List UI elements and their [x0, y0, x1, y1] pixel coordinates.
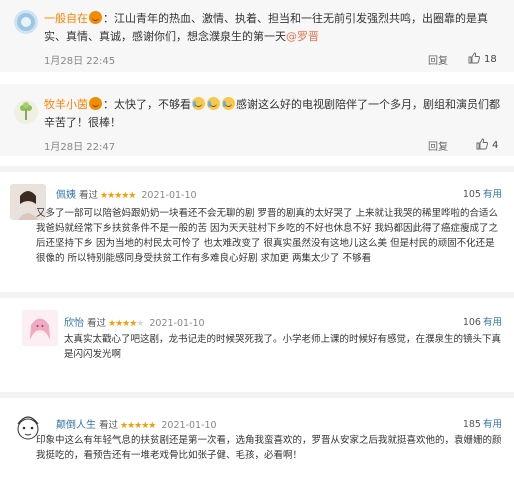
like-button[interactable]: 18 [468, 52, 497, 65]
comment-body-part2: 感谢这么好的电视剧陪伴了一个多月，剧组和演员们都辛苦了！很棒！ [44, 98, 500, 129]
weibo-comment: 牧羊小茵 ：太快了，不够看 感谢这么好的电视剧陪伴了一个多月，剧组和演员们都辛苦了！… [0, 84, 514, 156]
review-date: 2021-01-10 [161, 420, 217, 431]
comment-body: 江山青年的热血、激情、执着、担当和一往无前引发强烈共鸣，出圈靠的是真实、真情、真… [44, 12, 488, 43]
comment-time: 1月28日 22:45 [44, 56, 116, 67]
like-count: 18 [484, 54, 497, 65]
comment-username[interactable]: 牧羊小茵 [44, 98, 88, 111]
douban-review: 欣怡 看过 ★★★★★ 2021-01-10 106 有用 太真实太戳心了吧这剧，龙书记… [0, 302, 514, 384]
vote-area: 105 有用 [463, 186, 502, 200]
vote-area: 185 有用 [463, 416, 502, 430]
review-date: 2021-01-10 [141, 190, 197, 201]
comment-text: 牧羊小茵 ：太快了，不够看 感谢这么好的电视剧陪伴了一个多月，剧组和演员们都辛苦了！… [44, 97, 500, 129]
rating-stars: ★★★★★ [108, 319, 144, 329]
avatar[interactable] [22, 310, 58, 346]
review-meta: 欣怡 看过 ★★★★★ 2021-01-10 [64, 314, 205, 329]
like-count: 4 [492, 140, 499, 151]
weibo-comment: 一般自在 ：江山青年的热血、激情、执着、担当和一往无前引发强烈共鸣，出圈靠的是真实… [0, 0, 514, 72]
comment-time: 1月28日 22:47 [44, 142, 116, 153]
review-text: 印象中这么有年轻气息的扶贫剧还是第一次看，选角我蛮喜欢的，罗晋从安家之后我就挺喜… [36, 435, 502, 461]
watch-status: 看过 [79, 190, 99, 201]
divider [0, 292, 514, 298]
vote-count: 106 [462, 317, 481, 328]
review-text: 又多了一部可以陪爸妈跟奶奶一块看还不会无聊的剧 罗晋的剧真的太好哭了 上来就让我… [36, 208, 499, 264]
review-username[interactable]: 佩姨 [56, 190, 76, 201]
like-icon [476, 138, 488, 150]
review-meta: 佩姨 看过 ★★★★★ 2021-01-10 [56, 186, 197, 201]
avatar[interactable] [14, 10, 38, 34]
vote-count: 185 [462, 419, 481, 430]
watch-status: 看过 [87, 318, 107, 329]
divider [0, 166, 514, 172]
reply-button[interactable]: 回复 [428, 138, 448, 153]
useful-button[interactable]: 有用 [483, 419, 502, 430]
comment-text: 一般自在 ：江山青年的热血、激情、执着、担当和一往无前引发强烈共鸣，出圈靠的是真实… [44, 11, 488, 43]
review-username[interactable]: 颠倒人生 [56, 420, 96, 431]
rating-stars: ★★★★★ [120, 421, 156, 431]
review-username[interactable]: 欣怡 [64, 318, 84, 329]
watch-status: 看过 [99, 420, 119, 431]
vote-count: 105 [462, 189, 481, 200]
devil-emoji [89, 11, 102, 24]
devil-emoji [89, 97, 102, 110]
cry-emoji [222, 97, 235, 110]
avatar[interactable] [14, 100, 38, 124]
douban-review: 佩姨 看过 ★★★★★ 2021-01-10 105 有用 又多了一部可以陪爸妈跟奶奶一… [0, 176, 514, 286]
mention-link[interactable]: @罗晋 [286, 30, 319, 43]
review-text: 太真实太戳心了吧这剧，龙书记走的时候哭死我了。小学老师上课的时候好有感觉，在濮泉… [64, 334, 502, 360]
vote-area: 106 有用 [463, 314, 502, 328]
review-date: 2021-01-10 [149, 318, 205, 329]
rating-stars: ★★★★★ [100, 191, 136, 201]
like-icon [468, 52, 480, 64]
comment-body-part1: 太快了，不够看 [114, 98, 191, 111]
comment-username[interactable]: 一般自在 [44, 12, 88, 25]
divider [0, 392, 514, 398]
cry-emoji [192, 97, 205, 110]
douban-review: 颠倒人生 看过 ★★★★★ 2021-01-10 185 有用 印象中这么有年轻气息的扶… [0, 402, 514, 478]
useful-button[interactable]: 有用 [483, 189, 502, 200]
like-button[interactable]: 4 [476, 138, 498, 151]
cry-emoji [207, 97, 220, 110]
useful-button[interactable]: 有用 [483, 317, 502, 328]
review-meta: 颠倒人生 看过 ★★★★★ 2021-01-10 [56, 416, 217, 431]
reply-button[interactable]: 回复 [428, 52, 448, 67]
